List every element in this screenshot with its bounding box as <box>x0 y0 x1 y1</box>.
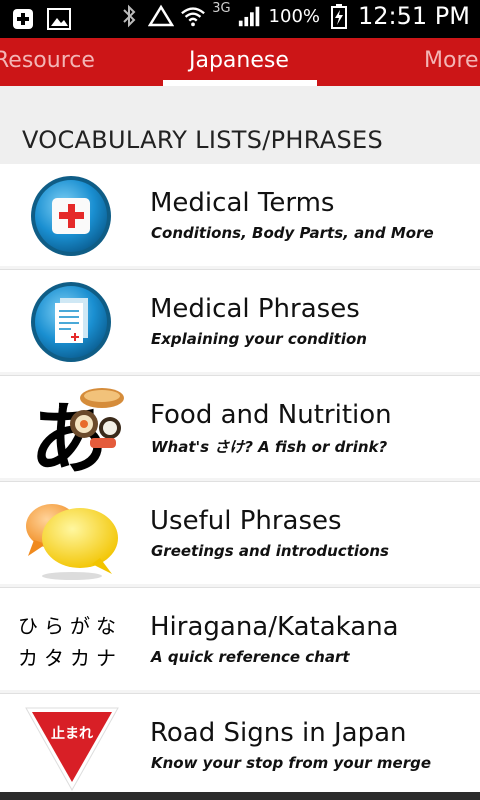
item-title: Hiragana/Katakana <box>150 612 399 642</box>
stop-sign-icon: 止まれ <box>24 702 119 792</box>
kana-chart-icon: ひらがな カタカナ <box>18 610 122 674</box>
item-subtitle: A quick reference chart <box>151 648 350 666</box>
battery-charging-icon <box>326 4 352 29</box>
item-title: Medical Phrases <box>150 294 360 324</box>
tab-bar: Resource Japanese More <box>0 38 480 86</box>
item-title: Useful Phrases <box>150 506 342 536</box>
speech-bubbles-icon <box>24 490 118 580</box>
bottom-edge <box>0 792 480 800</box>
list-item-hiragana-katakana[interactable]: ひらがな カタカナ Hiragana/Katakana A quick refe… <box>0 588 480 694</box>
cell-signal-icon <box>237 4 263 28</box>
section-title: VOCABULARY LISTS/PHRASES <box>22 126 384 154</box>
item-title: Medical Terms <box>150 188 335 218</box>
medical-document-icon <box>24 278 116 366</box>
tab-japanese[interactable]: Japanese <box>189 48 289 73</box>
item-subtitle: Know your stop from your merge <box>151 754 432 772</box>
item-title: Food and Nutrition <box>150 400 392 430</box>
item-subtitle: Explaining your condition <box>151 330 367 348</box>
item-subtitle: Conditions, Body Parts, and More <box>151 224 434 242</box>
status-bar: 3G 100% 12:51 PM <box>0 0 480 38</box>
network-type-label: 3G <box>212 0 231 16</box>
tab-more[interactable]: More <box>424 48 479 73</box>
bluetooth-icon <box>116 4 142 28</box>
medical-plus-notification-icon <box>10 7 36 31</box>
list-item-road-signs[interactable]: 止まれ Road Signs in Japan Know your stop f… <box>0 694 480 800</box>
medical-kit-icon <box>24 172 116 260</box>
signal-triangle-icon <box>148 4 175 28</box>
list-item-medical-phrases[interactable]: Medical Phrases Explaining your conditio… <box>0 270 480 376</box>
image-notification-icon <box>46 7 72 31</box>
item-subtitle: What's さけ? A fish or drink? <box>151 438 388 456</box>
clock: 12:51 PM <box>358 2 470 30</box>
vocabulary-list: Medical Terms Conditions, Body Parts, an… <box>0 164 480 800</box>
katakana-sample: カタカナ <box>18 646 122 670</box>
list-item-medical-terms[interactable]: Medical Terms Conditions, Body Parts, an… <box>0 164 480 270</box>
list-item-useful-phrases[interactable]: Useful Phrases Greetings and introductio… <box>0 482 480 588</box>
section-header: VOCABULARY LISTS/PHRASES <box>0 86 480 164</box>
wifi-icon <box>180 4 206 28</box>
item-subtitle: Greetings and introductions <box>151 542 389 560</box>
list-item-food-and-nutrition[interactable]: あ Food and Nutrition What's さけ? A fish o… <box>0 376 480 485</box>
battery-percent: 100% <box>268 5 321 27</box>
stop-sign-text: 止まれ <box>51 725 93 742</box>
tab-resource[interactable]: Resource <box>0 48 95 73</box>
hiragana-sample: ひらがな <box>18 614 122 638</box>
item-title: Road Signs in Japan <box>150 718 407 748</box>
food-hiragana-icon: あ <box>24 384 124 485</box>
